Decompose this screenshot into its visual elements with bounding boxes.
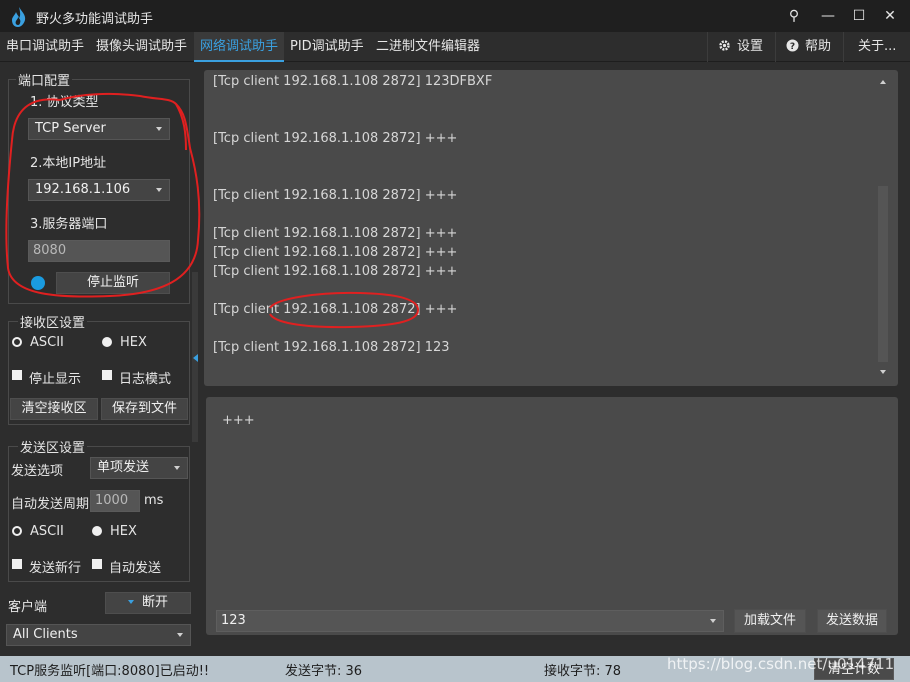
- about-button[interactable]: 关于...: [843, 32, 910, 62]
- client-label: 客户端: [8, 600, 48, 615]
- receive-scrollbar[interactable]: [878, 186, 888, 362]
- title-bar: 野火多功能调试助手 ⚲ — ☐ ✕: [0, 0, 910, 32]
- receive-line: [Tcp client 192.168.1.108 2872] 123: [213, 340, 450, 355]
- send-ascii-radio[interactable]: [12, 526, 22, 536]
- tab-binary-editor[interactable]: 二进制文件编辑器: [370, 32, 484, 62]
- tab-serial[interactable]: 串口调试助手: [0, 32, 90, 62]
- scroll-up-icon[interactable]: [880, 80, 886, 84]
- tab-network[interactable]: 网络调试助手: [194, 32, 284, 62]
- receive-line: [Tcp client 192.168.1.108 2872] +++: [213, 226, 458, 241]
- auto-send-checkbox[interactable]: [92, 559, 102, 569]
- disconnect-label: 断开: [141, 595, 168, 610]
- receive-area[interactable]: [Tcp client 192.168.1.108 2872] 123DFBXF…: [204, 70, 898, 386]
- clients-value: All Clients: [13, 627, 78, 642]
- collapse-arrow-icon[interactable]: [193, 354, 198, 362]
- received-bytes: 接收字节: 78: [544, 664, 622, 679]
- receive-line: [Tcp client 192.168.1.108 2872] +++: [213, 131, 458, 146]
- stop-listen-button[interactable]: 停止监听: [56, 272, 170, 294]
- sent-bytes: 发送字节: 36: [285, 664, 363, 679]
- ip-label: 2.本地IP地址: [30, 156, 107, 171]
- port-config-title: 端口配置: [16, 70, 73, 89]
- settings-label: 设置: [737, 39, 764, 54]
- stop-display-checkbox[interactable]: [12, 370, 22, 380]
- close-button[interactable]: ✕: [876, 3, 904, 29]
- gear-icon: [719, 40, 730, 51]
- help-button[interactable]: ? 帮助: [775, 32, 843, 62]
- chevron-down-icon: [156, 188, 162, 192]
- protocol-value: TCP Server: [35, 121, 106, 136]
- load-file-button[interactable]: 加载文件: [734, 609, 806, 633]
- receive-settings-title: 接收区设置: [18, 312, 88, 331]
- send-area[interactable]: +++: [206, 397, 898, 635]
- send-hex-radio[interactable]: [92, 526, 102, 536]
- recv-hex-label: HEX: [120, 335, 147, 350]
- protocol-label: 1. 协议类型: [30, 95, 99, 110]
- receive-line: [Tcp client 192.168.1.108 2872] +++: [213, 302, 458, 317]
- disconnect-button[interactable]: 断开: [105, 592, 191, 614]
- receive-line: [Tcp client 192.168.1.108 2872] 123DFBXF: [213, 74, 493, 89]
- log-mode-label: 日志模式: [119, 372, 172, 387]
- ip-select[interactable]: 192.168.1.106: [28, 179, 170, 201]
- send-option-select[interactable]: 单项发送: [90, 457, 188, 479]
- tab-pid[interactable]: PID调试助手: [284, 32, 370, 62]
- send-settings-title: 发送区设置: [18, 437, 88, 456]
- recv-ascii-radio[interactable]: [12, 337, 22, 347]
- tab-bar: 串口调试助手 摄像头调试助手 网络调试助手 PID调试助手 二进制文件编辑器 设…: [0, 32, 910, 62]
- watermark-text: https://blog.csdn.net/u014711: [667, 655, 895, 673]
- send-ascii-label: ASCII: [30, 524, 64, 539]
- help-label: 帮助: [805, 39, 832, 54]
- port-label: 3.服务器端口: [30, 217, 108, 232]
- status-led-icon: [31, 276, 45, 290]
- send-option-label: 发送选项: [11, 464, 64, 479]
- send-text: +++: [222, 413, 255, 428]
- auto-period-label: 自动发送周期: [11, 497, 90, 512]
- protocol-select[interactable]: TCP Server: [28, 118, 170, 140]
- send-newline-label: 发送新行: [29, 561, 82, 576]
- chevron-down-icon: [156, 127, 162, 131]
- window-title: 野火多功能调试助手: [36, 12, 154, 27]
- log-mode-checkbox[interactable]: [102, 370, 112, 380]
- auto-send-label: 自动发送: [109, 561, 162, 576]
- clear-receive-button[interactable]: 清空接收区: [10, 398, 98, 420]
- maximize-button[interactable]: ☐: [845, 3, 873, 29]
- port-input[interactable]: 8080: [28, 240, 170, 262]
- receive-line: [Tcp client 192.168.1.108 2872] +++: [213, 264, 458, 279]
- chevron-down-icon: [177, 633, 183, 637]
- receive-line: [Tcp client 192.168.1.108 2872] +++: [213, 245, 458, 260]
- help-icon: ?: [786, 39, 799, 52]
- recv-ascii-label: ASCII: [30, 335, 64, 350]
- send-option-value: 单项发送: [97, 460, 150, 475]
- caret-icon: [127, 600, 134, 604]
- send-history-value: 123: [221, 613, 246, 628]
- receive-line: [Tcp client 192.168.1.108 2872] +++: [213, 188, 458, 203]
- period-unit-label: ms: [144, 493, 164, 508]
- status-message: TCP服务监听[端口:8080]已启动!!: [10, 664, 210, 679]
- tab-camera[interactable]: 摄像头调试助手: [90, 32, 194, 62]
- auto-period-input[interactable]: 1000: [90, 490, 140, 512]
- pin-icon[interactable]: ⚲: [780, 3, 808, 29]
- recv-hex-radio[interactable]: [102, 337, 112, 347]
- clients-select[interactable]: All Clients: [6, 624, 191, 646]
- chevron-down-icon: [174, 466, 180, 470]
- svg-text:?: ?: [790, 42, 795, 52]
- flame-logo-icon: [12, 7, 26, 27]
- settings-button[interactable]: 设置: [707, 32, 775, 62]
- send-data-button[interactable]: 发送数据: [817, 609, 887, 633]
- ip-value: 192.168.1.106: [35, 182, 131, 197]
- minimize-button[interactable]: —: [814, 3, 842, 29]
- save-to-file-button[interactable]: 保存到文件: [101, 398, 188, 420]
- scroll-down-icon[interactable]: [880, 370, 886, 374]
- send-hex-label: HEX: [110, 524, 137, 539]
- stop-display-label: 停止显示: [29, 372, 82, 387]
- send-history-select[interactable]: 123: [216, 610, 724, 632]
- send-newline-checkbox[interactable]: [12, 559, 22, 569]
- chevron-down-icon: [710, 619, 716, 623]
